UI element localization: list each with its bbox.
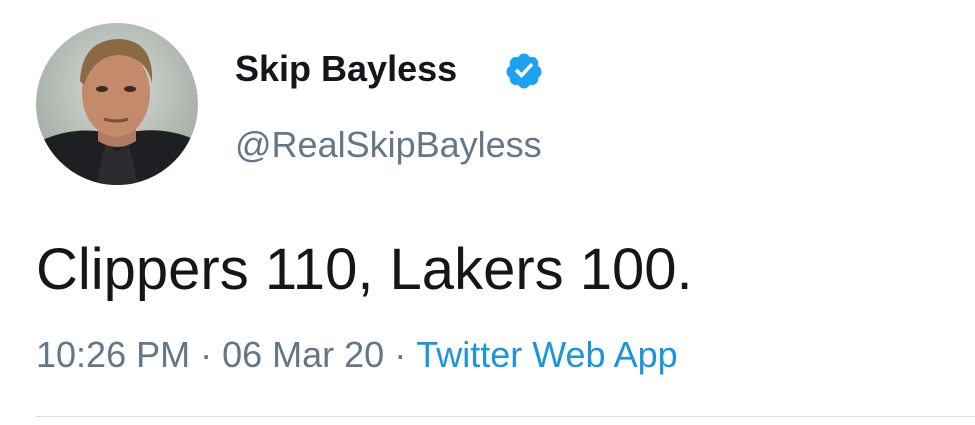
meta-separator: · xyxy=(200,334,213,375)
tweet-text: Clippers 110, Lakers 100. xyxy=(36,237,693,302)
user-handle[interactable]: @RealSkipBayless xyxy=(235,120,542,170)
divider xyxy=(36,416,975,417)
tweet-time[interactable]: 10:26 PM xyxy=(36,334,190,375)
tweet-meta: 10:26 PM · 06 Mar 20 · Twitter Web App xyxy=(36,330,678,380)
tweet-card: Skip Bayless @RealSkipBayless Clippers 1… xyxy=(0,0,975,425)
avatar[interactable] xyxy=(36,23,198,185)
verified-badge-icon xyxy=(506,53,542,89)
avatar-photo xyxy=(36,23,198,185)
tweet-date[interactable]: 06 Mar 20 xyxy=(222,334,384,375)
tweet-source-link[interactable]: Twitter Web App xyxy=(416,334,677,375)
meta-separator: · xyxy=(394,334,407,375)
display-name[interactable]: Skip Bayless xyxy=(235,44,457,94)
